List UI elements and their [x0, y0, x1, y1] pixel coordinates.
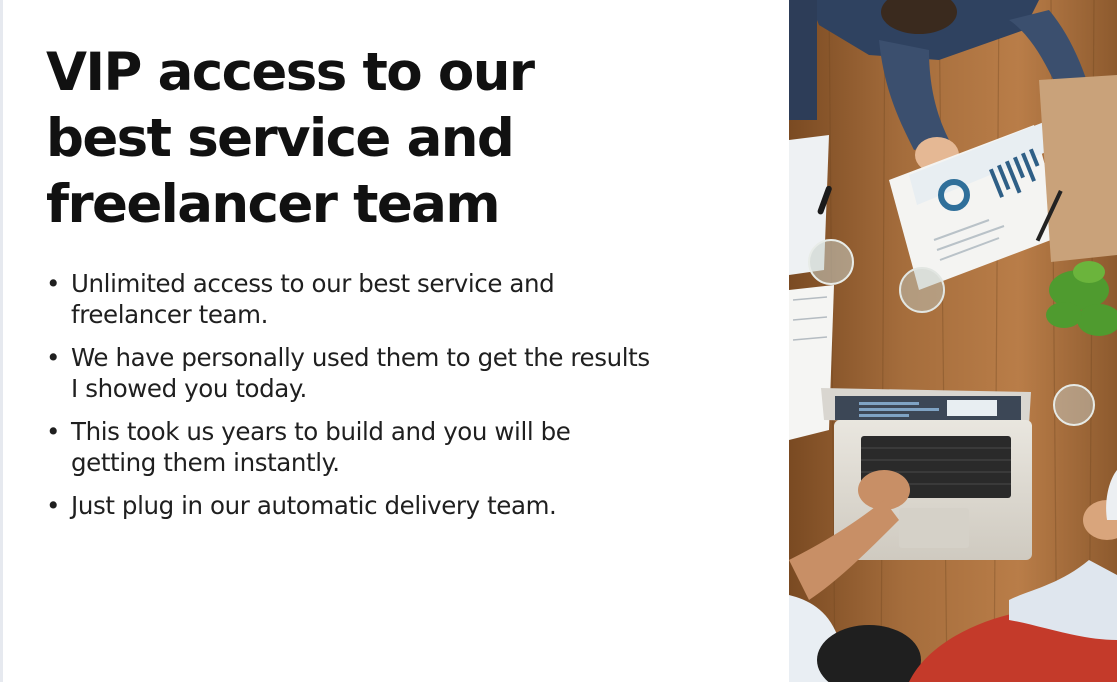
bullet-text-line: getting them instantly.	[71, 448, 340, 477]
bullet-text-line: freelancer team.	[71, 300, 269, 329]
bullet-text-line: This took us years to build and you will…	[71, 417, 571, 446]
bullet-item: • Just plug in our automatic delivery te…	[46, 490, 781, 521]
bullet-dot: •	[46, 269, 61, 298]
bullet-dot: •	[46, 417, 61, 446]
bullet-item: • Unlimited access to our best service a…	[46, 268, 781, 330]
bullet-dot: •	[46, 491, 61, 520]
bullet-text-line: Unlimited access to our best service and	[71, 269, 555, 298]
bullet-text-line: Just plug in our automatic delivery team…	[71, 491, 557, 520]
bullet-dot: •	[46, 343, 61, 372]
title-line: best service and	[46, 108, 515, 169]
slide-title: VIP access to our best service and freel…	[46, 40, 686, 238]
bullet-item: • This took us years to build and you wi…	[46, 416, 781, 478]
title-line: VIP access to our	[46, 42, 535, 103]
bullet-list: • Unlimited access to our best service a…	[46, 268, 781, 533]
bullet-item: • We have personally used them to get th…	[46, 342, 781, 404]
bullet-text-line: We have personally used them to get the …	[71, 343, 650, 372]
bullet-text-line: I showed you today.	[71, 374, 307, 403]
slide-text-panel: VIP access to our best service and freel…	[0, 0, 788, 682]
team-meeting-photo	[789, 0, 1117, 682]
title-line: freelancer team	[46, 174, 501, 235]
